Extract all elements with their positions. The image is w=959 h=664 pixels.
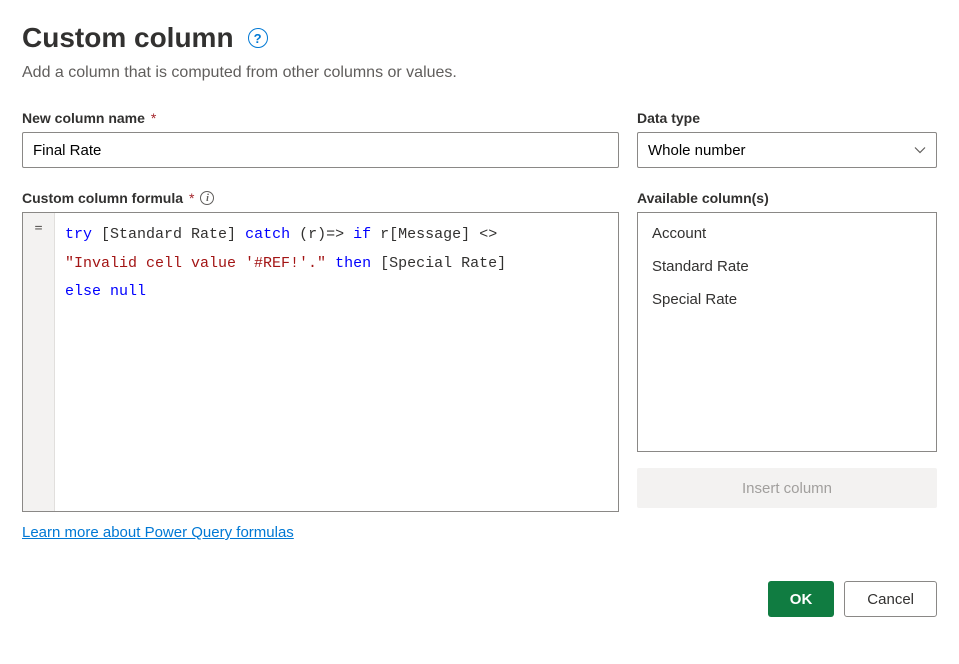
- data-type-label: Data type: [637, 110, 937, 126]
- formula-label: Custom column formula * i: [22, 190, 619, 206]
- code-token: if: [353, 226, 371, 243]
- code-token: [Special Rate]: [380, 255, 506, 272]
- code-token: [326, 255, 335, 272]
- code-token: else: [65, 283, 101, 300]
- info-icon[interactable]: i: [200, 191, 214, 205]
- code-token: "Invalid cell value '#REF!'.": [65, 255, 326, 272]
- ok-button[interactable]: OK: [768, 581, 835, 617]
- formula-gutter: =: [23, 213, 55, 511]
- code-token: [Standard Rate]: [101, 226, 236, 243]
- cancel-button[interactable]: Cancel: [844, 581, 937, 617]
- code-token: [371, 226, 380, 243]
- available-column-item[interactable]: Standard Rate: [638, 250, 936, 283]
- insert-column-button[interactable]: Insert column: [637, 468, 937, 508]
- code-token: catch: [245, 226, 290, 243]
- formula-editor[interactable]: = try [Standard Rate] catch (r)=> if r[M…: [22, 212, 619, 512]
- learn-more-link[interactable]: Learn more about Power Query formulas: [22, 524, 294, 541]
- available-column-item[interactable]: Special Rate: [638, 283, 936, 316]
- required-marker: *: [189, 190, 194, 206]
- new-column-name-label: New column name *: [22, 110, 619, 126]
- code-token: [470, 226, 479, 243]
- code-token: try: [65, 226, 92, 243]
- formula-code-area[interactable]: try [Standard Rate] catch (r)=> if r[Mes…: [55, 213, 618, 511]
- code-token: [92, 226, 101, 243]
- new-column-name-input[interactable]: [22, 132, 619, 168]
- page-subtitle: Add a column that is computed from other…: [22, 64, 937, 82]
- code-token: [344, 226, 353, 243]
- code-token: [101, 283, 110, 300]
- page-title: Custom column: [22, 22, 234, 54]
- code-token: [236, 226, 245, 243]
- code-token: r[Message]: [380, 226, 470, 243]
- help-icon[interactable]: ?: [248, 28, 268, 48]
- data-type-select[interactable]: Whole number: [637, 132, 937, 168]
- available-columns-list[interactable]: AccountStandard RateSpecial Rate: [637, 212, 937, 452]
- available-column-item[interactable]: Account: [638, 217, 936, 250]
- code-token: <>: [479, 226, 497, 243]
- code-token: then: [335, 255, 371, 272]
- code-token: [290, 226, 299, 243]
- code-token: [371, 255, 380, 272]
- available-columns-label: Available column(s): [637, 190, 937, 206]
- required-marker: *: [151, 110, 156, 126]
- code-token: (r)=>: [299, 226, 344, 243]
- code-token: null: [110, 283, 146, 300]
